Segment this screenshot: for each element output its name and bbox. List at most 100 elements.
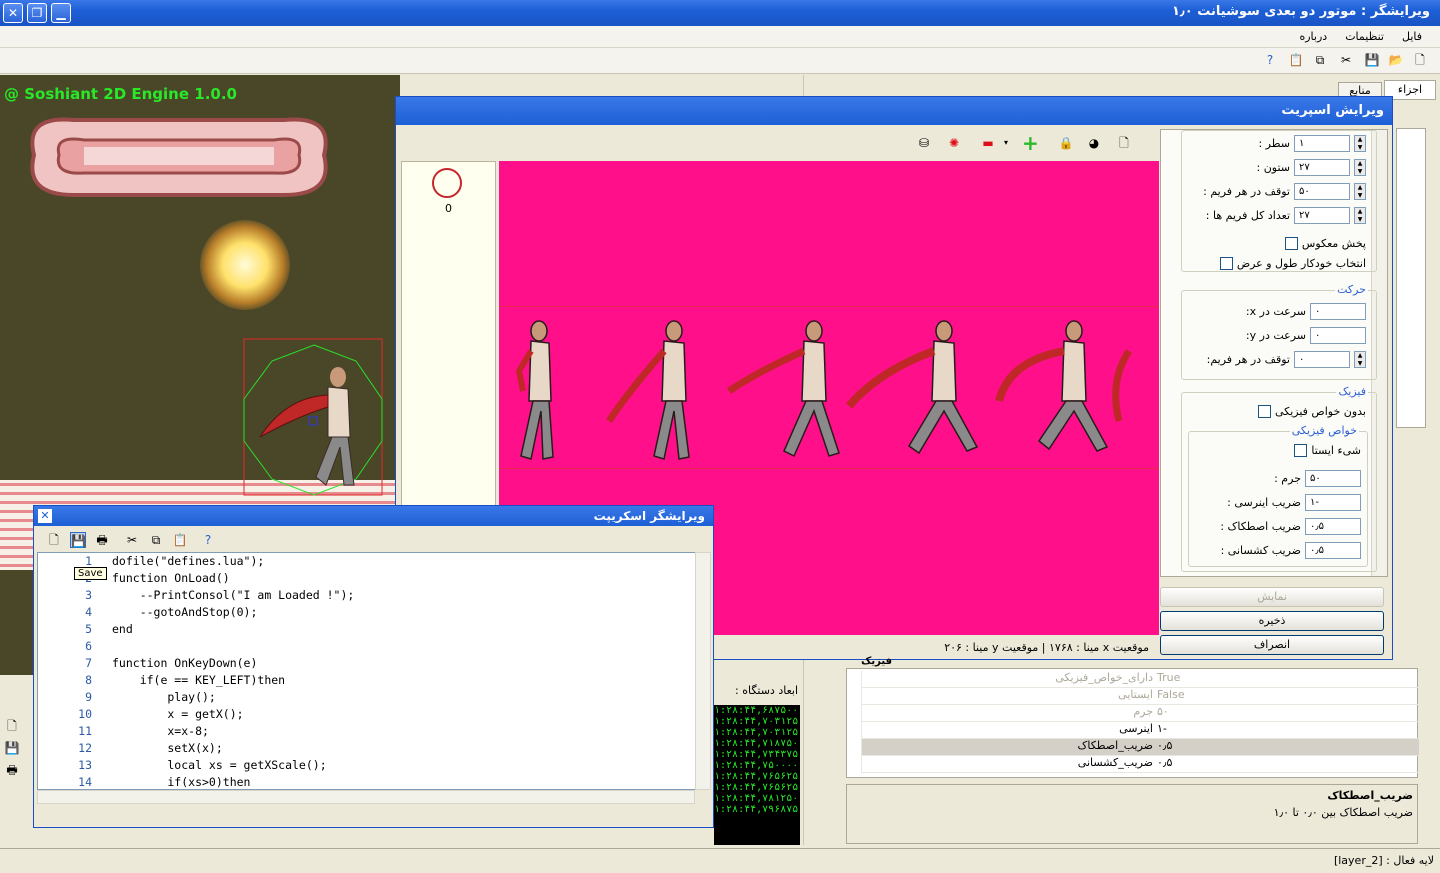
color-icon[interactable]: ◕ bbox=[1086, 135, 1102, 151]
code-line[interactable]: 11 x=x-8; bbox=[38, 723, 696, 740]
static-checkbox[interactable] bbox=[1294, 443, 1308, 457]
cancel-button[interactable]: انصراف bbox=[1160, 635, 1384, 655]
fireball-sprite[interactable] bbox=[200, 220, 290, 310]
delay-label: توقف در هر فریم : bbox=[1203, 184, 1290, 198]
static-label: شیء ایستا bbox=[1311, 443, 1361, 457]
frame-count-spinner[interactable]: ▲ ▼ bbox=[1354, 206, 1366, 224]
restore-icon[interactable]: ❐ bbox=[27, 3, 47, 23]
code-line[interactable]: 13 local xs = getXScale(); bbox=[38, 757, 696, 774]
code-vscrollbar[interactable] bbox=[695, 552, 711, 790]
window-title: ویرایشگر : موتور دو بعدی سوشیانت ۱٫۰ bbox=[1171, 4, 1430, 19]
grid-row[interactable]: -۱ اینرسی bbox=[861, 722, 1419, 739]
menu-about[interactable]: درباره bbox=[1299, 30, 1327, 43]
stamp-icon[interactable]: ⛁ bbox=[916, 135, 932, 151]
code-line[interactable]: 6 bbox=[38, 638, 696, 655]
inertia-field[interactable]: -۱ bbox=[1305, 493, 1361, 511]
frame-count-field[interactable]: ۲۷ bbox=[1294, 206, 1350, 224]
grid-row[interactable]: False ایستایی bbox=[861, 688, 1419, 705]
help-icon[interactable]: ? bbox=[200, 532, 216, 548]
blank-page-icon[interactable]: 🗋 bbox=[1116, 135, 1132, 151]
code-line[interactable]: 9 play(); bbox=[38, 689, 696, 706]
menu-file[interactable]: فایل bbox=[1402, 30, 1422, 43]
add-icon[interactable]: + bbox=[1022, 133, 1039, 153]
cut-icon[interactable]: ✂ bbox=[1338, 52, 1354, 68]
col-field[interactable]: ۲۷ bbox=[1294, 158, 1350, 176]
code-line[interactable]: 12 setX(x); bbox=[38, 740, 696, 757]
code-line[interactable]: 1 dofile("defines.lua"); bbox=[38, 553, 696, 570]
code-line[interactable]: 14 if(xs>0)then bbox=[38, 774, 696, 789]
code-area[interactable]: 1dofile("defines.lua");2function OnLoad(… bbox=[37, 552, 697, 790]
grid-row[interactable]: ۰٫۵ ضریب_اصطکاک bbox=[861, 739, 1419, 756]
grid-row-value[interactable]: ۰٫۵ bbox=[1157, 756, 1419, 772]
new-script-icon[interactable]: 🗋 bbox=[4, 718, 20, 734]
close-icon[interactable]: ✕ bbox=[38, 509, 52, 523]
paste-icon[interactable]: 📋 bbox=[1288, 52, 1304, 68]
dropdown-icon[interactable]: ▾ bbox=[998, 135, 1014, 151]
selected-sprite[interactable] bbox=[236, 337, 392, 497]
show-button[interactable]: نمایش bbox=[1160, 587, 1384, 607]
no-physics-checkbox[interactable] bbox=[1257, 404, 1271, 418]
grid-row-value[interactable]: ۰٫۵ bbox=[1157, 739, 1419, 755]
save-button[interactable]: ذخیره bbox=[1160, 611, 1384, 631]
menu-settings[interactable]: تنظیمات bbox=[1345, 30, 1384, 43]
sprite-editor-title: ویرایش اسپریت bbox=[396, 97, 1392, 125]
row-spinner[interactable]: ▲ ▼ bbox=[1354, 134, 1366, 152]
row-field[interactable]: ۱ bbox=[1294, 134, 1350, 152]
grid-row-name: ضریب_کشسانی bbox=[861, 756, 1157, 772]
print-icon[interactable]: 🖶 bbox=[4, 762, 20, 778]
new-file-icon[interactable]: 🗋 bbox=[46, 532, 62, 548]
code-text: --gotoAndStop(0); bbox=[112, 605, 258, 619]
code-line[interactable]: 7 function OnKeyDown(e) bbox=[38, 655, 696, 672]
grid-row[interactable]: ۰٫۵ ضریب_کشسانی bbox=[861, 756, 1419, 773]
code-line[interactable]: 8 if(e == KEY_LEFT)then bbox=[38, 672, 696, 689]
friction-field[interactable]: ۰٫۵ bbox=[1305, 517, 1361, 535]
code-hscrollbar[interactable] bbox=[37, 790, 695, 804]
save-icon[interactable]: 💾 bbox=[1364, 52, 1380, 68]
motion-delay-spinner[interactable]: ▲ ▼ bbox=[1354, 350, 1366, 368]
open-folder-icon[interactable]: 📂 bbox=[1388, 52, 1404, 68]
code-text: local xs = getXScale(); bbox=[112, 758, 327, 772]
code-line[interactable]: 3 --PrintConsol("I am Loaded !"); bbox=[38, 587, 696, 604]
code-line[interactable]: 2function OnLoad() bbox=[38, 570, 696, 587]
frame-number: 0 bbox=[445, 202, 452, 215]
code-line[interactable]: 4 --gotoAndStop(0); bbox=[38, 604, 696, 621]
grid-row-value[interactable]: -۱ bbox=[1157, 722, 1419, 738]
cut-icon[interactable]: ✂ bbox=[124, 532, 140, 548]
paste-icon[interactable]: 📋 bbox=[172, 532, 188, 548]
grid-row[interactable]: True دارای_خواص_فیزیکی bbox=[861, 671, 1419, 688]
grid-row[interactable]: ۵۰ جرم bbox=[861, 705, 1419, 722]
frame-thumbnail[interactable] bbox=[432, 168, 462, 198]
lock-icon[interactable]: 🔒 bbox=[1058, 135, 1074, 151]
remove-icon[interactable]: ▬ bbox=[980, 135, 996, 151]
reverse-checkbox[interactable] bbox=[1284, 236, 1298, 250]
help-icon[interactable]: ? bbox=[1262, 52, 1278, 68]
code-line[interactable]: 5 end bbox=[38, 621, 696, 638]
close-icon[interactable]: ✕ bbox=[3, 3, 23, 23]
minimize-icon[interactable]: ▁ bbox=[51, 3, 71, 23]
col-spinner[interactable]: ▲ ▼ bbox=[1354, 158, 1366, 176]
copy-icon[interactable]: ⧉ bbox=[148, 532, 164, 548]
save-script-icon[interactable]: 💾 bbox=[4, 740, 20, 756]
print-icon[interactable]: 🖶 bbox=[94, 532, 110, 548]
vy-field[interactable]: ۰ bbox=[1310, 326, 1366, 344]
physics-props-label: خواص فیزیکی bbox=[1289, 424, 1359, 437]
grid-row-value[interactable]: ۵۰ bbox=[1157, 705, 1419, 721]
new-file-icon[interactable]: 🗋 bbox=[1412, 52, 1428, 68]
delay-spinner[interactable]: ▲ ▼ bbox=[1354, 182, 1366, 200]
code-line[interactable]: 10 x = getX(); bbox=[38, 706, 696, 723]
frame-group: سطر : ۱ ▲ ▼ ستون : ۲۷ ▲ ▼ توقف در هر فریم … bbox=[1181, 130, 1377, 272]
engine-label: @ Soshiant 2D Engine 1.0.0 bbox=[4, 85, 237, 103]
delay-field[interactable]: ۵۰ bbox=[1294, 182, 1350, 200]
burst-icon[interactable]: ✺ bbox=[946, 135, 962, 151]
motion-delay-field[interactable]: ۰ bbox=[1294, 350, 1350, 368]
copy-icon[interactable]: ⧉ bbox=[1312, 52, 1328, 68]
autosize-checkbox[interactable] bbox=[1219, 256, 1233, 270]
grid-row-value[interactable]: False bbox=[1157, 688, 1419, 704]
vx-field[interactable]: ۰ bbox=[1310, 302, 1366, 320]
line-number: 14 bbox=[78, 775, 92, 789]
mass-field[interactable]: ۵۰ bbox=[1305, 469, 1361, 487]
restitution-field[interactable]: ۰٫۵ bbox=[1305, 541, 1361, 559]
save-icon[interactable]: 💾 bbox=[70, 532, 86, 548]
grid-row-value[interactable]: True bbox=[1157, 671, 1419, 687]
